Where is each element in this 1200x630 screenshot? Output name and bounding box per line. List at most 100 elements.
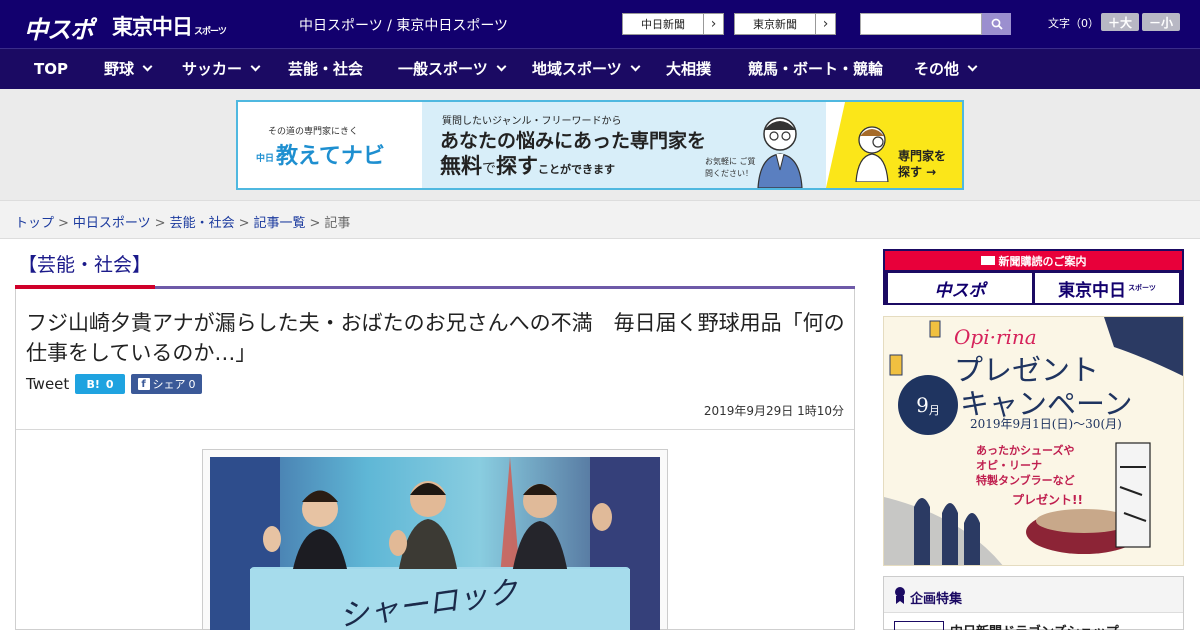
nav-sumo[interactable]: 大相撲 — [666, 49, 711, 90]
nav-label: TOP — [34, 60, 68, 78]
breadcrumb: トップ > 中日スポーツ > 芸能・社会 > 記事一覧 > 記事 — [15, 212, 350, 231]
consultant-illustration-icon — [757, 117, 803, 188]
opirina-campaign-ad[interactable]: Opi·rina プレゼント キャンペーン 9月 2019年9月1日(日)〜30… — [883, 316, 1184, 566]
nav-top[interactable]: TOP — [34, 49, 68, 90]
feature-link[interactable]: 中日新聞ドラゴンズショップ — [950, 621, 1119, 630]
ad-line3a: 無料 — [440, 154, 482, 178]
nav-label: 一般スポーツ — [398, 60, 488, 78]
chevron-down-icon — [496, 61, 507, 72]
article-headline: フジ山崎夕貴アナが漏らした夫・おばたのお兄さんへの不満 毎日届く野球用品「何の仕… — [26, 311, 845, 365]
search-icon — [991, 18, 1003, 30]
facebook-share-count: 0 — [188, 377, 196, 391]
sub2-label: 東京中日 — [1058, 280, 1127, 301]
ad-line3c: 探す — [496, 154, 538, 178]
nav-soccer[interactable]: サッカー — [182, 49, 261, 90]
nav-label: 野球 — [104, 60, 135, 78]
breadcrumb-sep: > — [154, 216, 166, 231]
article-divider — [16, 429, 854, 430]
ad-line3b: で — [482, 161, 496, 177]
ad-line3: 無料で探すことができます — [440, 150, 615, 180]
article-date: 2019年9月29日 1時10分 — [703, 404, 844, 418]
nav-baseball[interactable]: 野球 — [104, 49, 153, 90]
nav-local-sports[interactable]: 地域スポーツ — [532, 49, 641, 90]
chevron-right-icon: › — [815, 14, 835, 34]
person-icon — [855, 126, 889, 182]
nav-label: 大相撲 — [666, 60, 712, 78]
chevron-down-icon — [142, 61, 153, 72]
font-small-button[interactable]: －小 — [1142, 13, 1180, 31]
subscribe-chuspo-button[interactable]: 中スポ — [888, 273, 1032, 303]
promo-desc-1: あったかシューズや — [976, 444, 1075, 457]
nav-label: 地域スポーツ — [532, 60, 622, 78]
promo-month: 9 — [916, 393, 929, 417]
breadcrumb-top[interactable]: トップ — [15, 216, 54, 231]
breadcrumb-chunichi-sports[interactable]: 中日スポーツ — [73, 216, 151, 231]
facebook-share-button[interactable]: f シェア 0 — [131, 374, 202, 394]
chunichi-shimbun-label: 中日新聞 — [641, 18, 685, 31]
subscription-header: 新聞購読のご案内 — [885, 251, 1182, 270]
tokyo-shimbun-label: 東京新聞 — [753, 18, 797, 31]
sub2-small: スポーツ — [1128, 284, 1156, 292]
hatena-icon: B! — [86, 377, 100, 391]
tokyo-chunichi-logo[interactable]: 東京中日 スポーツ — [112, 11, 227, 41]
chevron-down-icon — [250, 61, 261, 72]
promo-desc-2: オピ・リーナ — [976, 459, 1042, 472]
subscription-box: 新聞購読のご案内 中スポ 東京中日 スポーツ — [883, 249, 1184, 305]
chunichi-shimbun-link[interactable]: 中日新聞 › — [622, 13, 724, 35]
main-nav: TOP 野球 サッカー 芸能・社会 一般スポーツ 地域スポーツ 大相撲 競馬・ボ… — [0, 48, 1200, 89]
nav-entertainment[interactable]: 芸能・社会 — [288, 49, 363, 90]
promo-month-unit: 月 — [928, 404, 940, 417]
subscription-title: 新聞購読のご案内 — [998, 254, 1087, 268]
chevron-down-icon — [630, 61, 641, 72]
font-size-label: 文字（0） — [1048, 17, 1099, 30]
ad-brand-name: 教えてナビ — [276, 144, 385, 169]
ad-brand: 中日教えてナビ — [256, 138, 385, 170]
tokyo-logo-text: 東京中日 — [112, 15, 193, 39]
category-title: 【芸能・社会】 — [18, 254, 152, 276]
hatena-bookmark-button[interactable]: B! 0 — [75, 374, 125, 394]
promo-desc-3: 特製タンブラーなど — [976, 474, 1075, 487]
subscribe-tokyo-chunichi-button[interactable]: 東京中日 スポーツ — [1035, 273, 1179, 303]
breadcrumb-sep: > — [309, 216, 321, 231]
hatena-count: 0 — [105, 377, 114, 391]
tokyo-logo-sub: スポーツ — [194, 27, 227, 37]
promo-brand: Opi·rina — [954, 325, 1037, 349]
chevron-down-icon — [967, 61, 978, 72]
nav-racing[interactable]: 競馬・ボート・競輪 — [748, 49, 883, 90]
nav-general-sports[interactable]: 一般スポーツ — [398, 49, 507, 90]
site-name[interactable]: 中日スポーツ / 東京中日スポーツ — [299, 15, 508, 35]
facebook-share-label: シェア — [152, 378, 186, 391]
chuspo-logo[interactable]: 中スポ — [24, 10, 94, 45]
promo-month-badge: 9月 — [898, 375, 958, 435]
breadcrumb-entertainment[interactable]: 芸能・社会 — [170, 216, 235, 231]
feature-title: 企画特集 — [910, 592, 963, 607]
font-large-button[interactable]: ＋大 — [1101, 13, 1139, 31]
nav-label: 芸能・社会 — [288, 60, 364, 78]
oshiete-navi-ad[interactable]: その道の専門家にきく 中日教えてナビ 質問したいジャンル・フリーワードから あな… — [236, 100, 964, 190]
search-button[interactable] — [982, 13, 1011, 35]
ad-tagline: その道の専門家にきく — [268, 127, 359, 137]
ad-brand-prefix: 中日 — [256, 153, 275, 164]
tokyo-shimbun-link[interactable]: 東京新聞 › — [734, 13, 836, 35]
promo-present: プレゼント!! — [1012, 493, 1083, 507]
nav-label: その他 — [914, 60, 960, 78]
search-input[interactable] — [860, 13, 982, 35]
site-header: 中スポ 東京中日 スポーツ 中日スポーツ / 東京中日スポーツ 中日新聞 › 東京… — [0, 0, 1200, 48]
promo-description: あったかシューズや オピ・リーナ 特製タンブラーなど — [976, 443, 1075, 488]
feature-box: 企画特集 中日新聞ドラゴンズショップ — [883, 576, 1184, 630]
tweet-button[interactable]: Tweet — [26, 375, 69, 393]
ad-line1: 質問したいジャンル・フリーワードから — [442, 116, 622, 127]
nav-label: 競馬・ボート・競輪 — [748, 60, 884, 78]
ad-cta-area[interactable]: 専門家を 探す → — [826, 102, 962, 188]
ad-line3d: ことができます — [538, 163, 615, 176]
breadcrumb-current: 記事 — [324, 216, 351, 231]
breadcrumb-sep: > — [58, 216, 69, 231]
feature-thumbnail[interactable] — [894, 621, 944, 630]
promo-period: 2019年9月1日(日)〜30(月) — [970, 417, 1122, 431]
nav-other[interactable]: その他 — [914, 49, 978, 90]
ad-line2: あなたの悩みにあった専門家を — [440, 130, 707, 152]
ribbon-icon — [895, 587, 905, 604]
article-photo[interactable]: シャーロック — [210, 457, 660, 630]
ad-message-area: 質問したいジャンル・フリーワードから あなたの悩みにあった専門家を 無料で探すこ… — [422, 102, 826, 188]
breadcrumb-article-list[interactable]: 記事一覧 — [254, 216, 306, 231]
